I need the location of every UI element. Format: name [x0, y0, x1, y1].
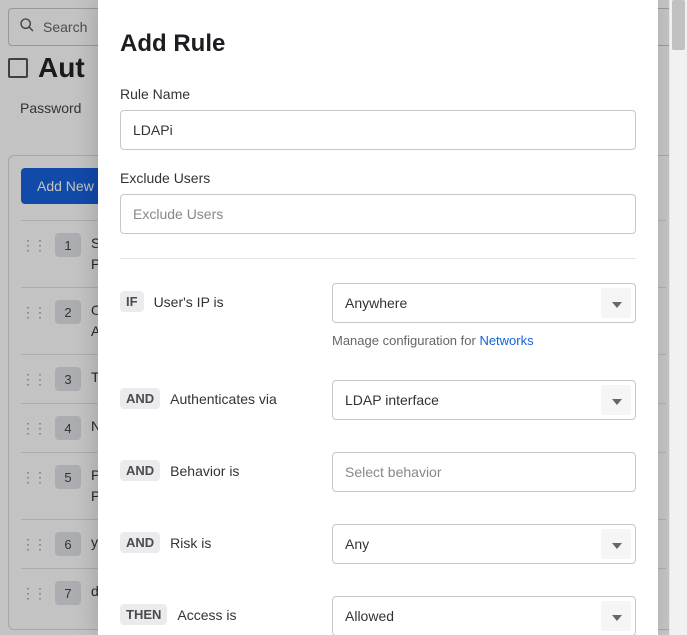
chevron-down-icon — [612, 536, 622, 552]
and-tag: AND — [120, 532, 160, 553]
networks-link[interactable]: Networks — [479, 333, 533, 348]
divider — [120, 258, 636, 259]
scrollbar[interactable] — [669, 0, 687, 635]
behavior-select[interactable]: Select behavior — [332, 452, 636, 492]
and-tag: AND — [120, 388, 160, 409]
rule-name-field: Rule Name — [120, 86, 636, 150]
condition-ip: IF User's IP is Anywhere Manage configur… — [120, 283, 636, 348]
access-select[interactable]: Allowed — [332, 596, 636, 635]
exclude-users-input[interactable]: Exclude Users — [120, 194, 636, 234]
rule-name-input[interactable] — [120, 110, 636, 150]
condition-label: Authenticates via — [170, 391, 277, 407]
exclude-users-field: Exclude Users Exclude Users — [120, 170, 636, 234]
and-tag: AND — [120, 460, 160, 481]
condition-label: Behavior is — [170, 463, 239, 479]
ip-select[interactable]: Anywhere — [332, 283, 636, 323]
rule-name-label: Rule Name — [120, 86, 636, 102]
if-tag: IF — [120, 291, 144, 312]
condition-auth: AND Authenticates via LDAP interface — [120, 380, 636, 420]
condition-label: User's IP is — [154, 294, 224, 310]
then-tag: THEN — [120, 604, 167, 625]
add-rule-modal: Add Rule Rule Name Exclude Users Exclude… — [98, 0, 658, 635]
networks-hint: Manage configuration for Networks — [332, 333, 636, 348]
condition-access: THEN Access is Allowed — [120, 596, 636, 635]
chevron-down-icon — [612, 608, 622, 624]
condition-behavior: AND Behavior is Select behavior — [120, 452, 636, 492]
exclude-users-label: Exclude Users — [120, 170, 636, 186]
chevron-down-icon — [612, 295, 622, 311]
condition-risk: AND Risk is Any — [120, 524, 636, 564]
auth-select[interactable]: LDAP interface — [332, 380, 636, 420]
modal-title: Add Rule — [120, 30, 636, 58]
condition-label: Risk is — [170, 535, 211, 551]
condition-label: Access is — [177, 607, 236, 623]
scrollbar-thumb[interactable] — [672, 0, 685, 50]
risk-select[interactable]: Any — [332, 524, 636, 564]
chevron-down-icon — [612, 392, 622, 408]
